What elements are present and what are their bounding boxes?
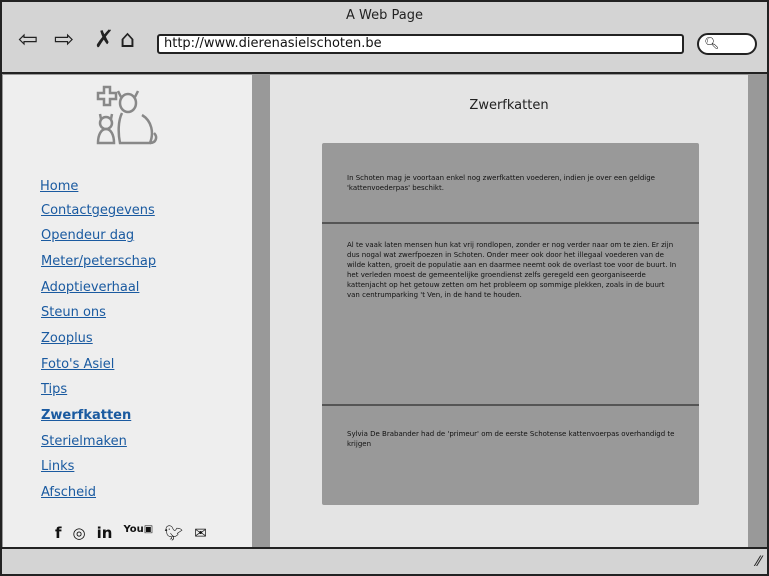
nav-zwerfkatten[interactable]: Zwerfkatten bbox=[41, 408, 131, 423]
browser-toolbar: A Web Page ⇦ ⇨ ✗ ⌂ http://www.dierenasie… bbox=[0, 0, 769, 74]
url-input[interactable]: http://www.dierenasielschoten.be bbox=[157, 34, 684, 54]
linkedin-icon[interactable]: in bbox=[97, 524, 113, 542]
nav-sterielmaken[interactable]: Sterielmaken bbox=[41, 434, 127, 449]
paragraph-body: Al te vaak laten mensen hun kat vrij ron… bbox=[347, 241, 677, 299]
nav-fotos-asiel[interactable]: Foto's Asiel bbox=[41, 357, 114, 372]
status-bar: ⁄⁄ bbox=[0, 547, 769, 576]
nav-adoptieverhaal[interactable]: Adoptieverhaal bbox=[41, 280, 139, 295]
nav-links[interactable]: Links bbox=[41, 459, 74, 474]
nav-home[interactable]: Home bbox=[40, 179, 78, 194]
nav-afscheid[interactable]: Afscheid bbox=[41, 485, 96, 500]
instagram-icon[interactable]: ◎ bbox=[73, 524, 86, 542]
window-title: A Web Page bbox=[346, 8, 423, 23]
nav-zooplus[interactable]: Zooplus bbox=[41, 331, 93, 346]
main-content: Zwerfkatten In Schoten mag je voortaan e… bbox=[270, 75, 748, 547]
mail-icon[interactable]: ✉ bbox=[194, 524, 207, 542]
nav-contactgegevens[interactable]: Contactgegevens bbox=[41, 203, 155, 218]
close-icon[interactable]: ✗ bbox=[94, 26, 114, 52]
article-panel: In Schoten mag je voortaan enkel nog zwe… bbox=[322, 143, 699, 505]
youtube-icon[interactable]: You▣ bbox=[123, 524, 153, 542]
animal-shelter-logo bbox=[96, 85, 158, 145]
divider bbox=[322, 222, 699, 224]
social-links: f ◎ in You▣ 🐦︎ ✉ bbox=[55, 524, 207, 542]
back-icon[interactable]: ⇦ bbox=[18, 26, 38, 52]
nav-steun-ons[interactable]: Steun ons bbox=[41, 305, 106, 320]
nav-tips[interactable]: Tips bbox=[41, 382, 67, 397]
search-input[interactable]: 🔍︎ bbox=[697, 33, 757, 55]
home-icon[interactable]: ⌂ bbox=[120, 26, 135, 52]
twitter-icon[interactable]: 🐦︎ bbox=[164, 524, 183, 542]
nav-meter-peterschap[interactable]: Meter/peterschap bbox=[41, 254, 156, 269]
search-icon: 🔍︎ bbox=[704, 36, 720, 50]
facebook-icon[interactable]: f bbox=[55, 524, 62, 542]
nav-opendeur-dag[interactable]: Opendeur dag bbox=[41, 228, 134, 243]
sidebar: Home Contactgegevens Opendeur dag Meter/… bbox=[3, 75, 252, 547]
page-title: Zwerfkatten bbox=[469, 98, 549, 113]
divider bbox=[322, 404, 699, 406]
paragraph-intro: In Schoten mag je voortaan enkel nog zwe… bbox=[347, 174, 655, 192]
forward-icon[interactable]: ⇨ bbox=[54, 26, 74, 52]
paragraph-closing: Sylvia De Brabander had de 'primeur' om … bbox=[347, 430, 675, 448]
resize-grip-icon[interactable]: ⁄⁄ bbox=[756, 554, 761, 570]
